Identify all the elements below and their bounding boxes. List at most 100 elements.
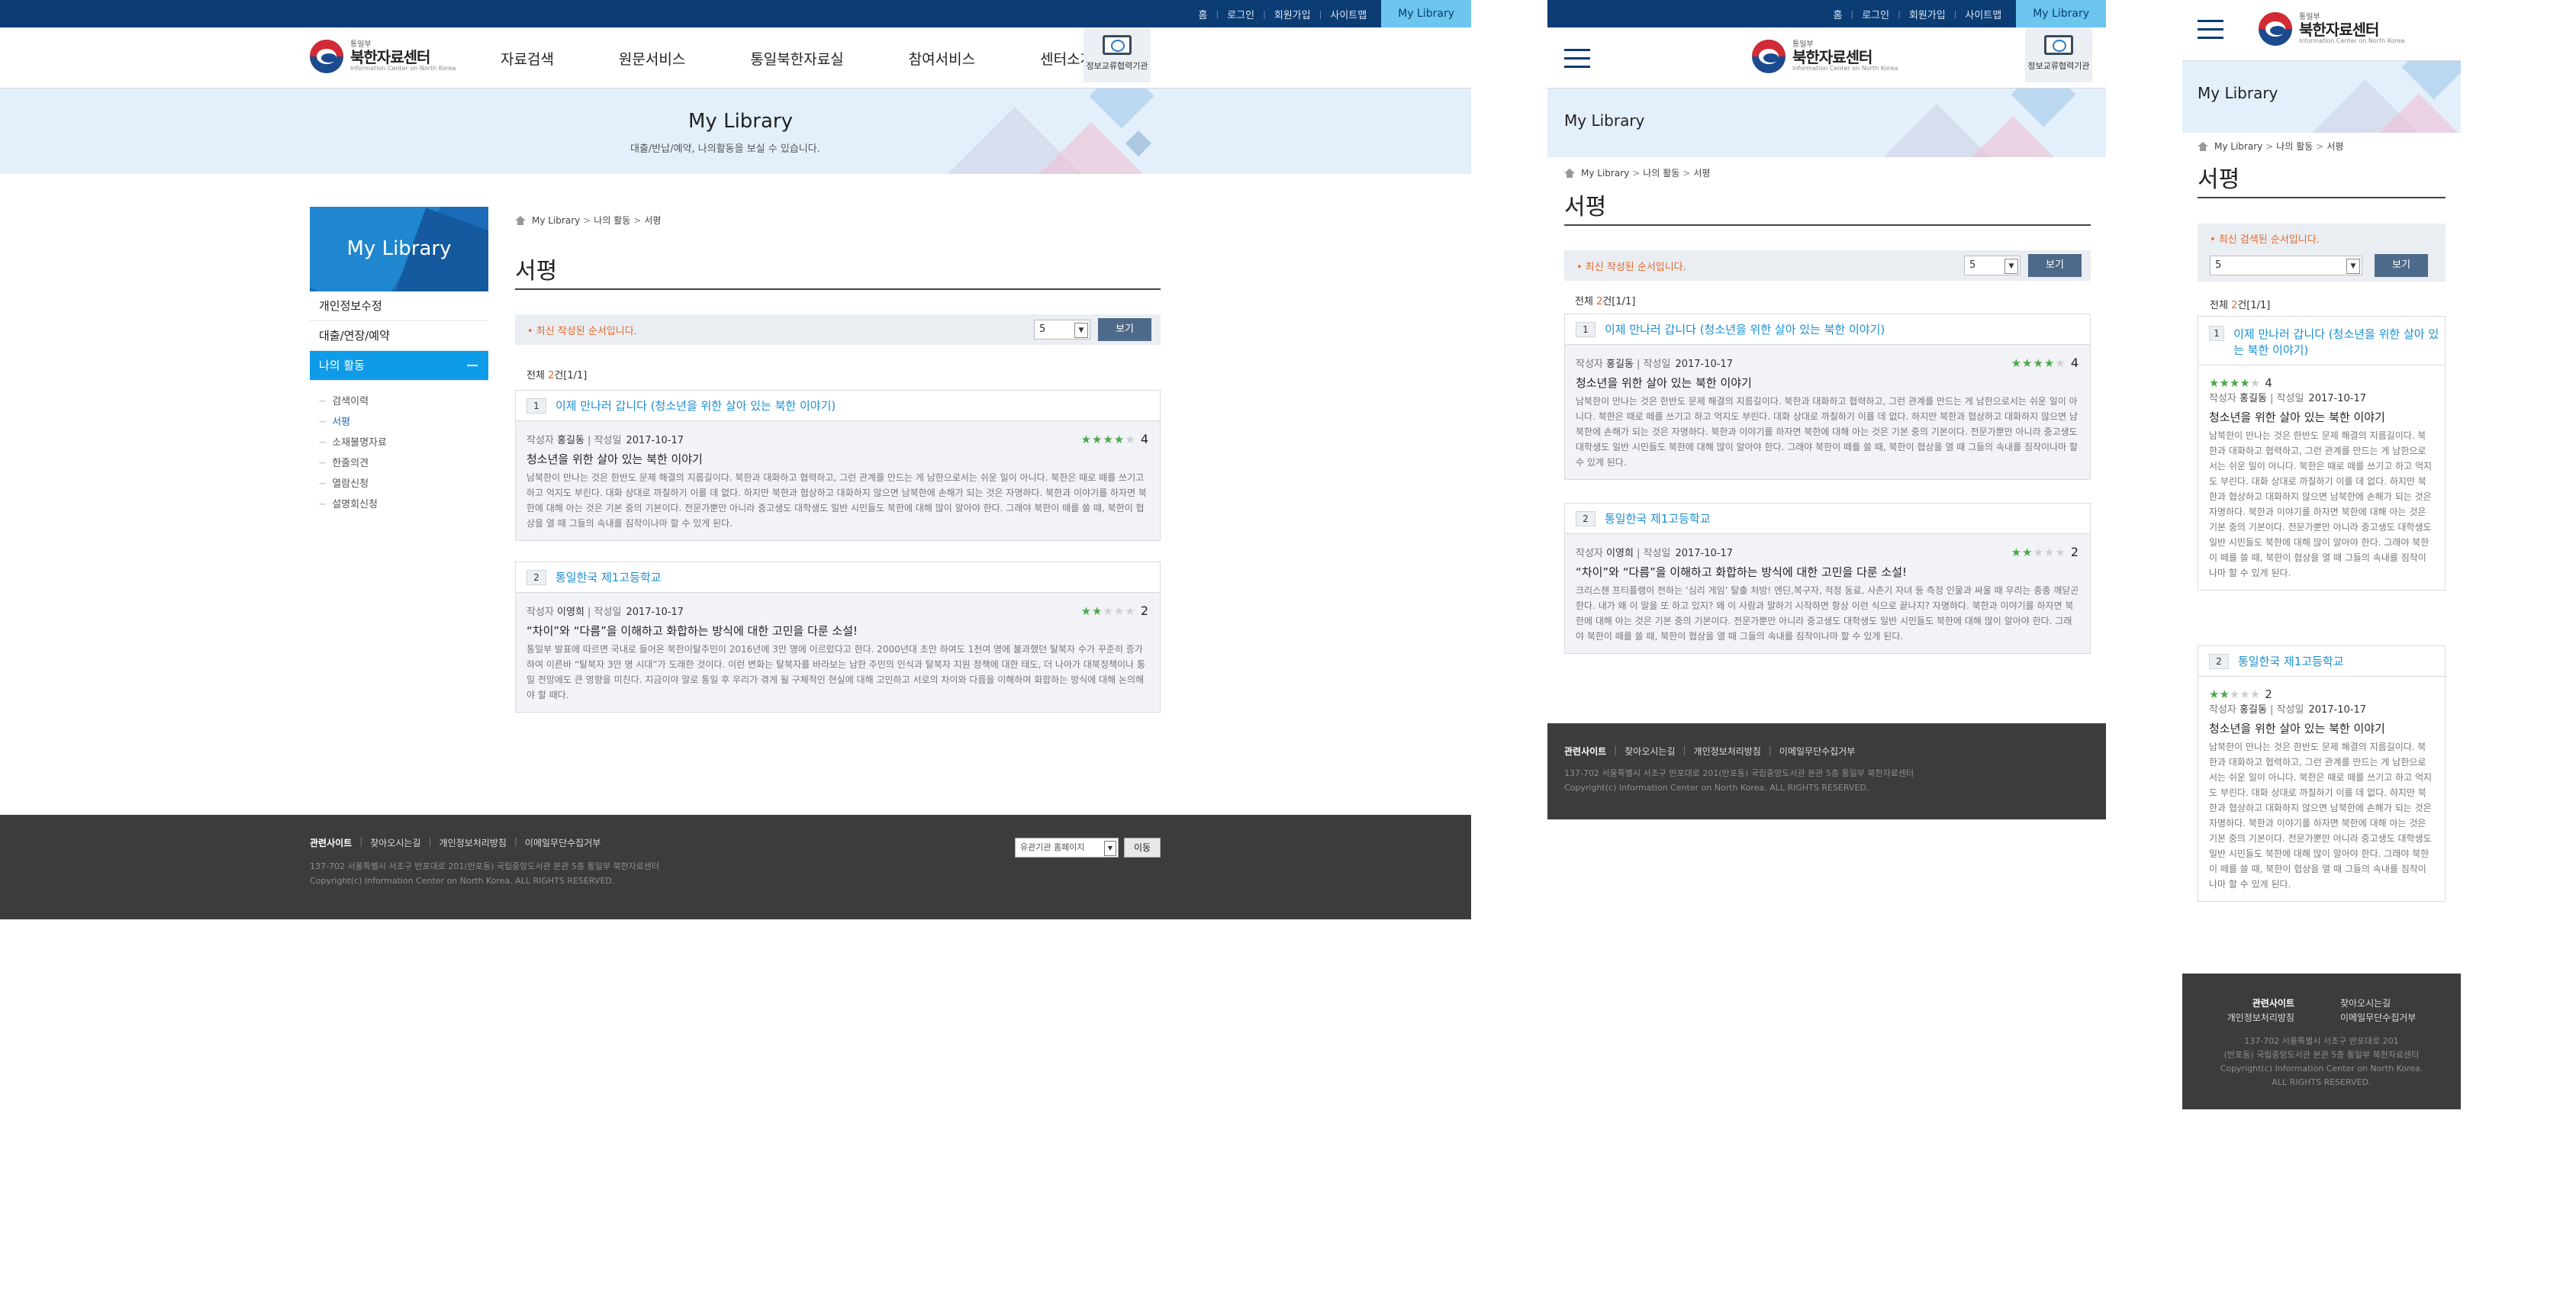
rating-stars: ★★★★★ 4 [1080,432,1149,446]
snb-sub-session[interactable]: 설명회신청 [319,494,488,515]
family-site-go-button[interactable]: 이동 [1124,838,1161,858]
view-button[interactable]: 보기 [2375,254,2428,277]
review-book-link[interactable]: 통일한국 제1고등학교 [1605,510,1711,526]
home-icon[interactable] [515,215,526,225]
sort-bar: • 최신 작성된 순서입니다. 5 보기 [515,314,1161,345]
review-book-link[interactable]: 이제 만나러 갑니다 (청소년을 위한 살아 있는 북한 이야기) [555,398,836,414]
page-banner: My Library [2182,61,2461,133]
snb-sub-comment[interactable]: 한줄의견 [319,453,488,474]
mylibrary-tab[interactable]: My Library [2016,0,2106,27]
page-root: 홈 | 로그인 | 회원가입 | 사이트맵 My Library 통일부 북한자… [0,0,2576,1310]
site-logo[interactable]: 통일부 북한자료센터 Information Center on North K… [1752,40,1898,73]
menu-icon[interactable] [1564,49,1590,69]
partner-badge[interactable]: 정보교류협력기관 [2025,27,2092,82]
emblem-icon [1752,40,1785,73]
nav-participation[interactable]: 참여서비스 [909,48,975,69]
breadcrumb: My Library > 나의 활동 > 서평 [515,214,661,227]
nav-original[interactable]: 원문서비스 [619,48,685,69]
side-nav-title: My Library [346,237,452,260]
header: 통일부 북한자료센터 Information Center on North K… [0,27,1471,89]
side-nav: My Library 개인정보수정 대출/연장/예약 나의 활동 검색이력 서평… [310,207,488,523]
review-book-link[interactable]: 이제 만나러 갑니다 (청소년을 위한 살아 있는 북한 이야기) [2233,326,2445,358]
footer-privacy[interactable]: 개인정보처리방침 [440,836,507,849]
page-title: 서평 [515,252,1161,290]
header: 통일부 북한자료센터 Information Center on North K… [2182,0,2461,61]
footer-links: 관련사이트 | 찾아오시는길 | 개인정보처리방침 | 이메일무단수집거부 [310,836,601,849]
page-size-select[interactable]: 5 [1034,320,1090,340]
review-book-link[interactable]: 이제 만나러 갑니다 (청소년을 위한 살아 있는 북한 이야기) [1605,321,1885,337]
desktop-view: 홈 | 로그인 | 회원가입 | 사이트맵 My Library 통일부 북한자… [0,0,1471,919]
util-join-link[interactable]: 회원가입 [1266,7,1319,21]
footer-address: 137-702 서울특별시 서초구 반포대로 201(반포동) 국립중앙도서관 … [310,861,660,886]
snb-sub-history[interactable]: 검색이력 [319,391,488,412]
review-date: 2017-10-17 [626,607,684,618]
home-icon[interactable] [2198,141,2208,151]
footer-related[interactable]: 관련사이트 [310,836,352,849]
review-item: 2 통일한국 제1고등학교 작성자 이영희 | 작성일 2017-10-17 ★★★… [1564,503,2091,654]
footer: 관련사이트 찾아오시는길 개인정보처리방침 이메일무단수집거부 137-702 서울… [2182,974,2461,1109]
review-book-link[interactable]: 통일한국 제1고등학교 [555,569,662,585]
view-button[interactable]: 보기 [2028,254,2082,277]
util-home-link[interactable]: 홈 [1825,7,1851,21]
view-button[interactable]: 보기 [1098,318,1151,341]
side-nav-header: My Library [310,207,488,291]
util-login-link[interactable]: 로그인 [1219,7,1263,21]
site-logo[interactable]: 통일부 북한자료센터 Information Center on North K… [310,40,456,73]
page-title: 서평 [2198,160,2446,198]
result-count: 전체 2건[1/1] [2210,300,2271,311]
main-nav: 자료검색 원문서비스 통일북한자료실 참여서비스 센터소개 [501,27,1158,89]
result-count: 전체 2건[1/1] [526,370,588,381]
rating-stars: ★★★★★ 2 [1080,604,1149,618]
review-number: 1 [526,398,546,414]
site-logo[interactable]: 통일부 북한자료센터 Information Center on North K… [2259,12,2404,46]
menu-icon[interactable] [2198,20,2223,40]
breadcrumb: My Library > 나의 활동 > 서평 [2198,140,2343,153]
rating-stars: ★★★★★ 2 [2011,545,2079,559]
snb-submenu: 검색이력 서평 소재불명자료 한줄의견 열람신청 설명회신청 [310,381,488,523]
mylibrary-tab[interactable]: My Library [1381,0,1471,27]
emblem-icon [310,40,343,73]
review-text: 통일부 발표에 따르면 국내로 들어온 북한이탈주민이 2016년에 3만 명에… [526,644,1145,700]
snb-profile[interactable]: 개인정보수정 [310,291,488,321]
sort-bar: • 최신 작성된 순서입니다. 5 보기 [1564,250,2091,281]
review-writer: 홍길동 [557,435,584,446]
snb-loan[interactable]: 대출/연장/예약 [310,321,488,351]
sort-bar: • 최신 검색된 순서입니다. 5 보기 [2198,224,2446,282]
family-site-select[interactable]: 유관기관 홈페이지 [1015,838,1119,858]
nav-archive[interactable]: 통일북한자료실 [750,48,843,69]
page-banner: My Library 대출/반납/예약, 나의활동을 보실 수 있습니다. [0,89,1471,174]
partner-badge[interactable]: 정보교류협력기관 [1084,27,1151,82]
banner-title: My Library [1564,111,1645,130]
util-sitemap-link[interactable]: 사이트맵 [1322,7,1375,21]
util-login-link[interactable]: 로그인 [1853,7,1898,21]
snb-activity[interactable]: 나의 활동 [310,351,488,381]
home-icon[interactable] [1564,168,1575,178]
page-size-select[interactable]: 5 [2210,256,2362,275]
review-number: 2 [526,569,546,585]
review-item: 2 통일한국 제1고등학교 ★★★★★ 2 작성자 홍길동 | 작성일 2017-10… [2198,645,2446,902]
monitor-icon [1103,35,1132,55]
util-join-link[interactable]: 회원가입 [1901,7,1954,21]
util-sitemap-link[interactable]: 사이트맵 [1956,7,2010,21]
snb-sub-review[interactable]: 서평 [319,412,488,433]
snb-sub-reading[interactable]: 열람신청 [319,474,488,494]
review-item: 2 통일한국 제1고등학교 작성자 이영희 | 작성일 2017-10-17 ★★★… [515,562,1161,713]
util-home-link[interactable]: 홈 [1190,7,1216,21]
crumb-activity[interactable]: 나의 활동 [594,214,630,227]
header: 통일부 북한자료센터 Information Center on North K… [1547,27,2106,89]
review-book-link[interactable]: 통일한국 제1고등학교 [2238,653,2344,669]
utility-bar: 홈 | 로그인 | 회원가입 | 사이트맵 My Library [1547,0,2106,27]
footer: 관련사이트 | 찾아오시는길 | 개인정보처리방침 | 이메일무단수집거부 137-7… [1547,723,2106,819]
crumb-current: 서평 [644,215,662,226]
snb-sub-missing[interactable]: 소재불명자료 [319,433,488,453]
breadcrumb: My Library > 나의 활동 > 서평 [1564,166,1710,179]
review-item: 1 이제 만나러 갑니다 (청소년을 위한 살아 있는 북한 이야기) ★★★★★… [2198,316,2446,591]
review-writer: 이영희 [557,607,584,618]
crumb-mylibrary[interactable]: My Library [532,215,580,226]
footer-directions[interactable]: 찾아오시는길 [370,836,420,849]
footer-email[interactable]: 이메일무단수집거부 [525,836,601,849]
sort-notice: • 최신 작성된 순서입니다. [527,325,637,337]
page-size-select[interactable]: 5 [1964,256,2021,275]
nav-search[interactable]: 자료검색 [501,48,554,69]
page-title: 서평 [1564,188,2091,226]
